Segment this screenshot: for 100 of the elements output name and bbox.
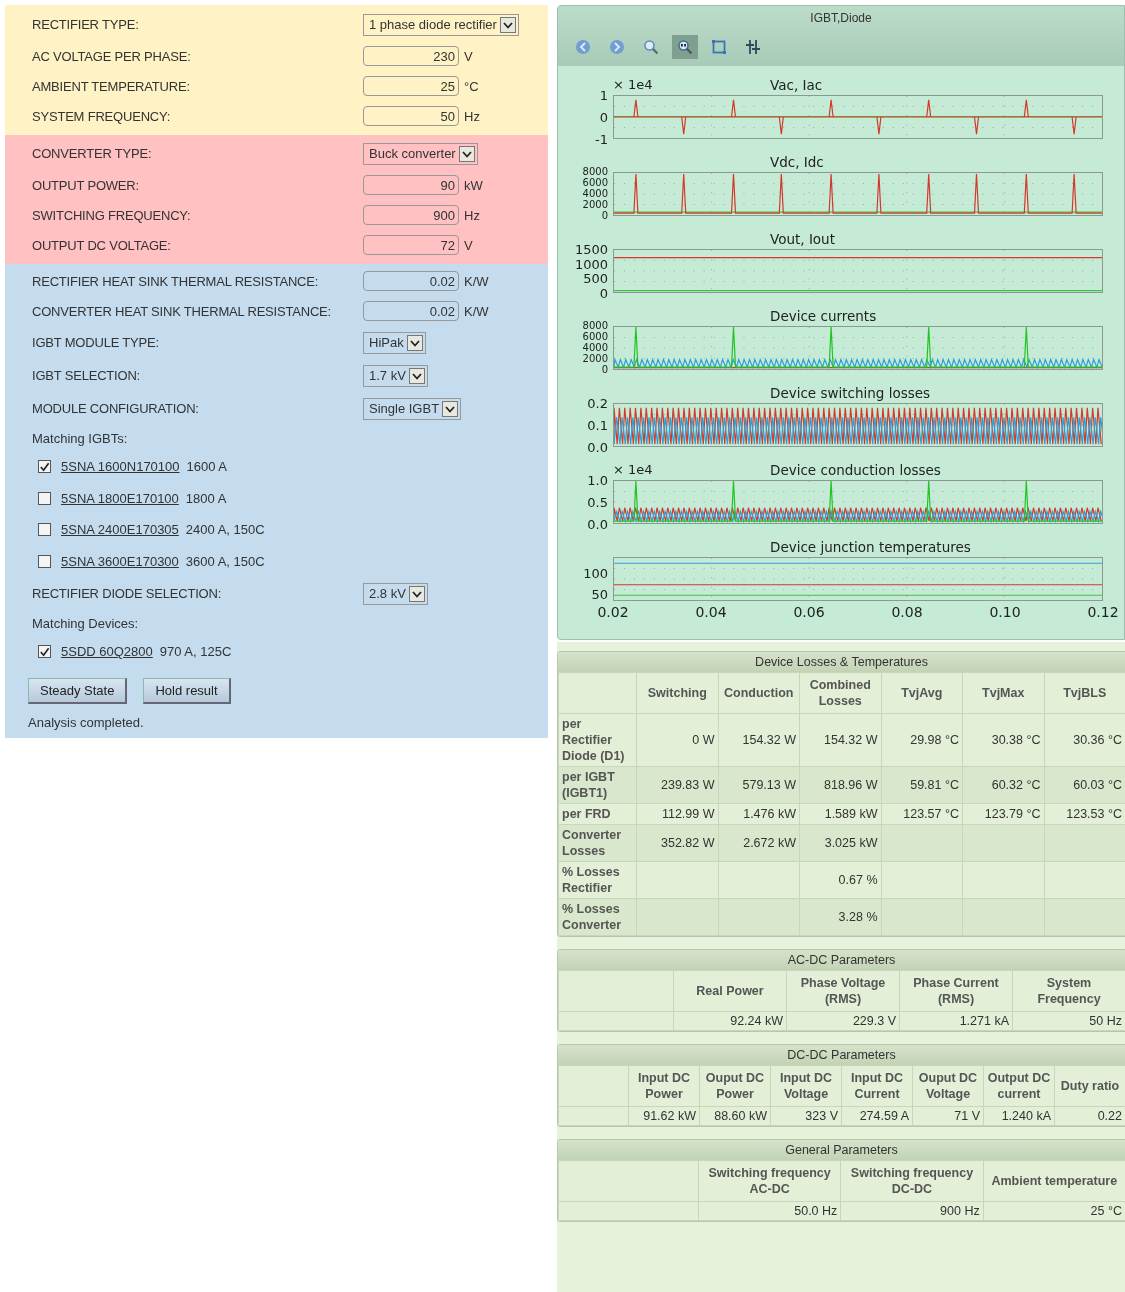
table-cell: 112.99 W xyxy=(636,803,718,825)
part-link[interactable]: 5SDD 60Q2800 xyxy=(61,644,153,660)
table-cell: 239.83 W xyxy=(636,766,718,804)
unit-label: V xyxy=(464,237,473,253)
checkbox[interactable] xyxy=(38,554,51,568)
field-label: AMBIENT TEMPERATURE: xyxy=(32,78,191,94)
unit-label: Hz xyxy=(464,108,480,124)
column-header: Ouput DC Power xyxy=(699,1065,771,1107)
number-field[interactable]: 230 xyxy=(363,46,459,66)
table-cell: 50.0 Hz xyxy=(698,1201,841,1221)
checkbox[interactable] xyxy=(38,491,51,505)
column-header: TvjBLS xyxy=(1044,672,1125,714)
chevron-down-icon xyxy=(406,334,423,351)
column-header: Real Power xyxy=(673,970,787,1012)
table-cell: 3.28 % xyxy=(799,898,881,936)
table-cell: 3.025 kW xyxy=(799,824,881,862)
unit-label: K/W xyxy=(464,303,489,319)
checkbox[interactable] xyxy=(38,460,51,474)
dropdown[interactable]: HiPak xyxy=(363,331,426,354)
axis-tick-label: 0 xyxy=(601,211,608,221)
column-header: Conduction xyxy=(718,672,800,714)
table-cell: 29.98 °C xyxy=(881,713,963,767)
column-header: TvjMax xyxy=(962,672,1044,714)
part-link[interactable]: 5SNA 1600N170100 xyxy=(61,459,180,475)
table-title: AC-DC Parameters xyxy=(558,950,1125,970)
unit-label: K/W xyxy=(464,273,489,289)
checkbox[interactable] xyxy=(38,523,51,537)
field-label: OUTPUT POWER: xyxy=(32,177,140,193)
number-field[interactable]: 0.02 xyxy=(363,301,459,321)
table-cell: 274.59 A xyxy=(841,1106,913,1126)
number-field[interactable]: 25 xyxy=(363,76,459,96)
number-field[interactable]: 0.02 xyxy=(363,271,459,291)
axis-tick-label: 0 xyxy=(601,365,608,375)
table-cell: 2.672 kW xyxy=(718,824,800,862)
part-link[interactable]: 5SNA 2400E170305 xyxy=(61,522,179,538)
axis-tick-label: 0.04 xyxy=(695,604,727,620)
axis-tick-label: 0.5 xyxy=(587,495,608,509)
dropdown[interactable]: 1.7 kV xyxy=(363,364,428,387)
axis-tick-label: -1 xyxy=(595,132,608,146)
row-header: per Rectifier Diode (D1) xyxy=(558,713,637,767)
number-field[interactable]: 90 xyxy=(363,175,459,195)
table-cell: 154.32 W xyxy=(799,713,881,767)
part-link[interactable]: 5SNA 3600E170300 xyxy=(61,553,179,569)
field-label: CONVERTER HEAT SINK THERMAL RESISTANCE: xyxy=(32,303,332,319)
table-cell: 579.13 W xyxy=(718,766,800,804)
axis-tick-label: 0.06 xyxy=(793,604,825,620)
table-cell: 59.81 °C xyxy=(881,766,963,804)
chevron-down-icon xyxy=(442,400,459,417)
zoom-rect-button[interactable] xyxy=(672,35,698,59)
axis-multiplier: × 1e4 xyxy=(613,462,653,477)
axis-tick-label: 6000 xyxy=(582,332,608,342)
part-link[interactable]: 5SNA 1800E170100 xyxy=(61,490,179,506)
dropdown[interactable]: 1 phase diode rectifier xyxy=(363,13,519,36)
number-field[interactable]: 72 xyxy=(363,235,459,255)
sliders-icon xyxy=(745,39,761,55)
number-field[interactable]: 900 xyxy=(363,205,459,225)
table-cell: 1.589 kW xyxy=(799,803,881,825)
table-cell: 60.32 °C xyxy=(962,766,1044,804)
table-title: General Parameters xyxy=(558,1140,1125,1160)
dropdown[interactable]: Single IGBT xyxy=(363,397,462,420)
plot-title: Vac, Iac xyxy=(770,77,823,93)
axis-tick-label: 0.10 xyxy=(989,604,1021,620)
row-header: per FRD xyxy=(558,803,637,825)
field-label: SYSTEM FREQUENCY: xyxy=(32,108,172,124)
axis-tick-label: 4000 xyxy=(582,189,608,199)
checkbox[interactable] xyxy=(38,645,51,659)
column-header: Phase Current (RMS) xyxy=(899,970,1013,1012)
zoom-icon xyxy=(677,39,693,55)
field-label: CONVERTER TYPE: xyxy=(32,146,153,161)
table-cell: 818.96 W xyxy=(799,766,881,804)
unit-label: °C xyxy=(464,78,479,94)
axis-tick-label: 0 xyxy=(599,286,608,300)
unit-label: Hz xyxy=(464,207,480,223)
column-header: Duty ratio xyxy=(1054,1065,1125,1107)
plot-title: Device conduction losses xyxy=(770,462,941,478)
rating-text: 1600 A xyxy=(186,459,228,475)
field-label: OUTPUT DC VOLTAGE: xyxy=(32,237,172,253)
axis-tick-label: 0.0 xyxy=(587,517,608,531)
axis-multiplier: × 1e4 xyxy=(613,77,653,92)
chevron-down-icon xyxy=(408,367,425,384)
axis-tick-label: 500 xyxy=(583,271,608,285)
dropdown[interactable]: Buck converter xyxy=(363,142,478,165)
axis-tick-label: 0.12 xyxy=(1087,604,1119,620)
column-header: Phase Voltage (RMS) xyxy=(786,970,900,1012)
action-button[interactable]: Steady State xyxy=(28,677,128,704)
axis-tick-label: 50 xyxy=(591,587,608,601)
panel-title: IGBT,Diode xyxy=(809,10,873,25)
column-header: Ambient temperature xyxy=(983,1160,1125,1202)
number-field[interactable]: 50 xyxy=(363,106,459,126)
axis-tick-label: 1000 xyxy=(574,257,608,271)
table-cell: 91.62 kW xyxy=(628,1106,700,1126)
rating-text: 970 A, 125C xyxy=(159,644,232,660)
dropdown[interactable]: 2.8 kV xyxy=(363,582,428,605)
unit-label: V xyxy=(464,48,473,64)
table-cell: 123.79 °C xyxy=(962,803,1044,825)
list-heading: Matching IGBTs: xyxy=(32,430,128,446)
field-label: SWITCHING FREQUENCY: xyxy=(32,207,192,223)
table-cell: 1.271 kA xyxy=(899,1011,1013,1031)
chevron-down-icon xyxy=(458,145,475,162)
action-button[interactable]: Hold result xyxy=(143,677,231,704)
